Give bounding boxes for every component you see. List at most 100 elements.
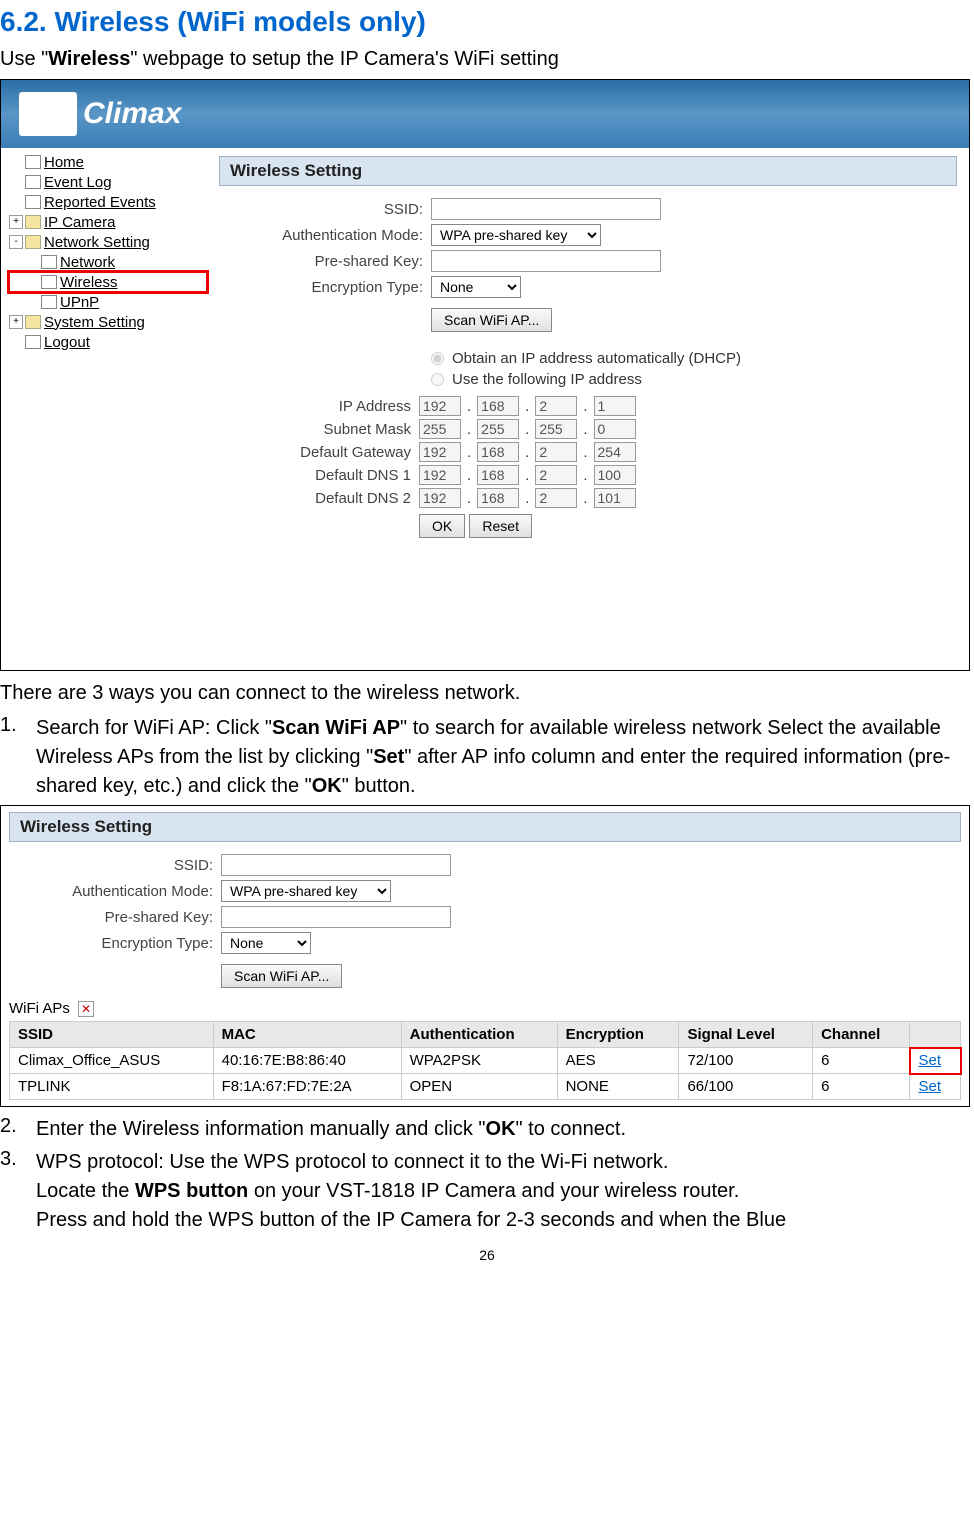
tree-label: Network Setting — [44, 234, 150, 251]
dns1-octet-2[interactable] — [535, 465, 577, 485]
logo-icon — [19, 92, 77, 136]
sidebar-item-reported-events[interactable]: Reported Events — [9, 192, 207, 212]
table-cell: 72/100 — [679, 1048, 813, 1074]
dns2-octet-2[interactable] — [535, 488, 577, 508]
dns1-octet-0[interactable] — [419, 465, 461, 485]
auth-select-2[interactable]: WPA pre-shared key — [221, 880, 391, 902]
sidebar-item-event-log[interactable]: Event Log — [9, 172, 207, 192]
ok-button[interactable]: OK — [419, 514, 465, 538]
enc-label-2: Encryption Type: — [9, 935, 221, 952]
ip-address-octet-2[interactable] — [535, 396, 577, 416]
set-link[interactable]: Set — [910, 1074, 961, 1100]
logo-bar: Climax — [1, 80, 969, 148]
ip-address-octet-3[interactable] — [594, 396, 636, 416]
file-icon — [25, 335, 41, 349]
dns1-label: Default DNS 1 — [219, 467, 419, 484]
table-header: SSID — [10, 1022, 214, 1048]
static-ip-radio[interactable] — [431, 373, 444, 386]
table-cell: 66/100 — [679, 1074, 813, 1100]
table-cell: NONE — [557, 1074, 679, 1100]
tree-label: Network — [60, 254, 115, 271]
screenshot-main: Climax Home Event LogReported Events + IP C… — [0, 79, 970, 671]
sidebar-item-wireless[interactable]: Wireless — [9, 272, 207, 292]
default-gateway-octet-2[interactable] — [535, 442, 577, 462]
table-header: Encryption — [557, 1022, 679, 1048]
table-row: Climax_Office_ASUS40:16:7E:B8:86:40WPA2P… — [10, 1048, 961, 1074]
sidebar-item-upnp[interactable]: UPnP — [9, 292, 207, 312]
psk-label: Pre-shared Key: — [219, 253, 431, 270]
static-ip-label: Use the following IP address — [452, 371, 642, 388]
table-cell: Climax_Office_ASUS — [10, 1048, 214, 1074]
sidebar-item-network[interactable]: Network — [9, 252, 207, 272]
dhcp-label: Obtain an IP address automatically (DHCP… — [452, 350, 741, 367]
dns2-label: Default DNS 2 — [219, 490, 419, 507]
dhcp-radio[interactable] — [431, 352, 444, 365]
sidebar-item-network-setting[interactable]: - Network Setting — [9, 232, 207, 252]
sidebar-item-logout[interactable]: Logout — [9, 332, 207, 352]
section-title: 6.2. Wireless (WiFi models only) — [0, 6, 974, 38]
file-icon — [25, 195, 41, 209]
sidebar-item-ip-camera[interactable]: + IP Camera — [9, 212, 207, 232]
table-header: Authentication — [401, 1022, 557, 1048]
set-link[interactable]: Set — [910, 1048, 961, 1074]
ssid-input[interactable] — [431, 198, 661, 220]
tree-label: UPnP — [60, 294, 99, 311]
default-gateway-octet-0[interactable] — [419, 442, 461, 462]
folder-icon — [25, 235, 41, 249]
ssid-input-2[interactable] — [221, 854, 451, 876]
panel-title-2: Wireless Setting — [9, 812, 961, 842]
enc-label: Encryption Type: — [219, 279, 431, 296]
subnet-mask-octet-3[interactable] — [594, 419, 636, 439]
psk-input[interactable] — [431, 250, 661, 272]
intro-text: Use "Wireless" webpage to setup the IP C… — [0, 48, 974, 71]
enc-select-2[interactable]: None — [221, 932, 311, 954]
reset-button[interactable]: Reset — [469, 514, 532, 538]
ssid-label: SSID: — [219, 201, 431, 218]
tree-label: Logout — [44, 334, 90, 351]
ip-address-octet-1[interactable] — [477, 396, 519, 416]
tree-label: IP Camera — [44, 214, 115, 231]
scan-wifi-button[interactable]: Scan WiFi AP... — [431, 308, 552, 332]
ip-address-label: IP Address — [219, 398, 419, 415]
sidebar-item-home[interactable]: Home — [9, 152, 207, 172]
tree-label: Event Log — [44, 174, 112, 191]
step-1: 1. Search for WiFi AP: Click "Scan WiFi … — [0, 714, 974, 801]
subnet-mask-octet-1[interactable] — [477, 419, 519, 439]
table-cell: AES — [557, 1048, 679, 1074]
table-cell: 6 — [813, 1048, 910, 1074]
table-cell: OPEN — [401, 1074, 557, 1100]
file-icon — [41, 255, 57, 269]
dns2-octet-0[interactable] — [419, 488, 461, 508]
auth-label: Authentication Mode: — [219, 227, 431, 244]
ap-table: SSIDMACAuthenticationEncryptionSignal Le… — [9, 1021, 961, 1100]
file-icon — [41, 275, 57, 289]
subnet-mask-octet-2[interactable] — [535, 419, 577, 439]
dns2-octet-3[interactable] — [594, 488, 636, 508]
folder-icon — [25, 215, 41, 229]
file-icon — [25, 155, 41, 169]
table-cell: TPLINK — [10, 1074, 214, 1100]
default-gateway-octet-1[interactable] — [477, 442, 519, 462]
file-icon — [25, 175, 41, 189]
auth-select[interactable]: WPA pre-shared key — [431, 224, 601, 246]
close-icon[interactable]: ✕ — [78, 1001, 94, 1017]
default-gateway-octet-3[interactable] — [594, 442, 636, 462]
expander-icon[interactable]: + — [9, 215, 23, 229]
table-header: Channel — [813, 1022, 910, 1048]
dns1-octet-1[interactable] — [477, 465, 519, 485]
subnet-mask-octet-0[interactable] — [419, 419, 461, 439]
table-cell: F8:1A:67:FD:7E:2A — [213, 1074, 401, 1100]
scan-wifi-button-2[interactable]: Scan WiFi AP... — [221, 964, 342, 988]
psk-label-2: Pre-shared Key: — [9, 909, 221, 926]
sidebar-item-system-setting[interactable]: +System Setting — [9, 312, 207, 332]
dns2-octet-1[interactable] — [477, 488, 519, 508]
enc-select[interactable]: None — [431, 276, 521, 298]
expander-icon[interactable]: + — [9, 315, 23, 329]
mid-paragraph: There are 3 ways you can connect to the … — [0, 679, 974, 708]
ip-address-octet-0[interactable] — [419, 396, 461, 416]
expander-icon[interactable]: - — [9, 235, 23, 249]
psk-input-2[interactable] — [221, 906, 451, 928]
file-icon — [41, 295, 57, 309]
step-3: 3. WPS protocol: Use the WPS protocol to… — [0, 1148, 974, 1235]
dns1-octet-3[interactable] — [594, 465, 636, 485]
